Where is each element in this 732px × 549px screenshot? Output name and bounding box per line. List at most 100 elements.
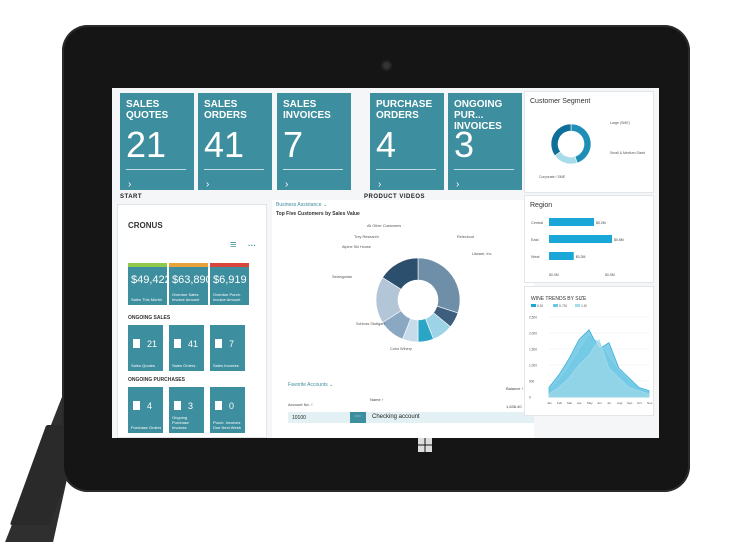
x-tick: Jun xyxy=(597,401,602,405)
slice-label: Selangorian xyxy=(332,275,352,279)
tile-sales-invoices[interactable]: SALES INVOICES 7 › xyxy=(277,93,351,190)
tile-divider xyxy=(126,169,186,170)
region-bar[interactable] xyxy=(549,252,574,260)
activity-tile[interactable]: 41 Sales Orders xyxy=(169,325,204,371)
kpi-status-bar xyxy=(210,263,249,267)
cronus-title: CRONUS xyxy=(128,221,163,230)
activity-count: 4 xyxy=(147,401,153,411)
region-axis-tick: $0.5M xyxy=(605,273,615,277)
app-screen: SALES QUOTES 21 › SALES ORDERS 41 › SALES INVO… xyxy=(112,88,659,438)
tile-purchase-orders[interactable]: PURCHASE ORDERS 4 › xyxy=(370,93,444,190)
camera-icon xyxy=(383,62,390,69)
slice-label: Alpine Ski House xyxy=(342,245,371,249)
activity-tile[interactable]: 4 Purchase Orders xyxy=(128,387,163,433)
document-icon xyxy=(133,339,140,348)
slice-label: Litware, Inc. xyxy=(472,252,492,256)
chevron-right-icon: › xyxy=(206,179,210,190)
region-bar[interactable] xyxy=(549,235,612,243)
segment-slice[interactable] xyxy=(550,123,572,157)
kpi-value: $63,890 xyxy=(172,274,212,286)
col-name[interactable]: Name ↑ xyxy=(370,397,384,402)
document-icon xyxy=(174,401,181,410)
x-tick: May xyxy=(587,401,593,405)
region-category: Central xyxy=(531,221,543,225)
wine-trends-panel: WINE TRENDS BY SIZE 0.5l 0.75l 1.5l 2,500 2,… xyxy=(524,286,654,416)
x-tick: Apr xyxy=(577,401,582,405)
kpi-tile[interactable]: $6,919 Overdue Purch. Invoice Amount xyxy=(210,263,249,305)
col-account-no[interactable]: Account No. ↑ xyxy=(288,402,313,407)
tile-divider xyxy=(283,169,343,170)
chevron-right-icon: › xyxy=(378,179,382,190)
slice-label: Trey Research xyxy=(354,235,379,239)
col-balance[interactable]: Balance ↑ xyxy=(506,386,524,391)
slice-label: Relecloud xyxy=(457,235,474,239)
legend-label: 0.5l xyxy=(537,304,543,308)
customer-segment-donut: Large (SME) Small & Medium Sized Corporate… xyxy=(539,121,645,179)
customer-segment-panel: Customer Segment Large (SME) Small & Medi… xyxy=(524,91,654,193)
row-actions-button[interactable]: ⋯ xyxy=(350,412,366,423)
legend-swatch xyxy=(531,304,536,307)
activity-tile[interactable]: 21 Sales Quotes xyxy=(128,325,163,371)
tile-divider xyxy=(376,169,436,170)
kpi-tile[interactable]: $49,422 Sales This Month xyxy=(128,263,171,305)
region-panel: Region Central $0.2M East $0.6M West $0.2M $0.… xyxy=(524,195,654,283)
kpi-value: $49,422 xyxy=(131,274,171,286)
kpi-label: Sales This Month xyxy=(131,297,162,302)
legend-swatch xyxy=(575,304,580,307)
kpi-value: $6,919 xyxy=(213,274,247,286)
document-icon xyxy=(215,339,222,348)
region-bar-label: $0.6M xyxy=(614,238,624,242)
region-category: West xyxy=(531,255,541,259)
kpi-status-bar xyxy=(128,263,167,267)
tile-sales-orders[interactable]: SALES ORDERS 41 › xyxy=(198,93,272,190)
tile-value: 41 xyxy=(204,124,245,165)
x-tick: Sep xyxy=(627,401,633,405)
tile-divider xyxy=(204,169,264,170)
document-icon xyxy=(215,401,222,410)
favorite-accounts-title[interactable]: Favorite Accounts ⌄ xyxy=(288,382,333,388)
activity-label: Sales Invoices xyxy=(213,363,239,368)
tile-divider xyxy=(454,169,514,170)
tile-sales-quotes[interactable]: SALES QUOTES 21 › xyxy=(120,93,194,190)
account-row[interactable]: 10100 ⋯ Checking account xyxy=(288,412,534,423)
activity-count: 7 xyxy=(229,339,235,349)
ongoing-purchases-label: ONGOING PURCHASES xyxy=(128,377,185,383)
document-icon xyxy=(174,339,181,348)
x-tick: Nov xyxy=(647,401,653,405)
kpi-tile[interactable]: $63,890 Overdue Sales Invoice Amount xyxy=(169,263,212,305)
slice-label: Schloss Stuttgart xyxy=(356,322,386,326)
region-bar[interactable] xyxy=(549,218,594,226)
slice-label: All Other Customers xyxy=(367,224,401,228)
tile-ongoing-pur-invoices[interactable]: ONGOING PUR... INVOICES 3 › xyxy=(448,93,522,190)
top-customers-donut: All Other Customers Trey Research Alpine S… xyxy=(332,224,492,351)
activity-count: 21 xyxy=(147,339,158,349)
tile-title: PURCHASE ORDERS xyxy=(376,99,433,121)
x-tick: Oct xyxy=(637,401,642,405)
slice-label: Coho Winery xyxy=(390,347,412,351)
menu-icon[interactable]: ≡ xyxy=(230,239,236,251)
more-icon[interactable]: ··· xyxy=(248,241,256,250)
favorite-accounts-panel: Favorite Accounts ⌄ Account No. ↑ Name ↑… xyxy=(272,378,534,438)
activity-tile[interactable]: 3 Ongoing Purchase Invoices xyxy=(169,387,204,433)
windows-logo-icon[interactable] xyxy=(418,438,432,452)
chevron-right-icon: › xyxy=(285,179,289,190)
customer-slice[interactable] xyxy=(417,257,461,314)
segment-legend: Small & Medium Sized xyxy=(610,151,645,155)
activity-tile[interactable]: 0 Purch. Invoices Due Next Week xyxy=(210,387,245,433)
segment-legend: Corporate / SME xyxy=(539,175,566,179)
segment-legend: Large (SME) xyxy=(610,121,630,125)
x-tick: Feb xyxy=(557,401,563,405)
x-tick: Aug xyxy=(617,401,623,405)
activity-tile[interactable]: 7 Sales Invoices xyxy=(210,325,245,371)
legend-label: 1.5l xyxy=(581,304,587,308)
kpi-label: Overdue Sales Invoice Amount xyxy=(172,292,200,302)
kpi-label: Overdue Purch. Invoice Amount xyxy=(213,292,242,302)
balance-value: 1,638.40 xyxy=(506,404,522,409)
y-tick: 0 xyxy=(529,396,531,400)
tile-value: 4 xyxy=(376,124,397,165)
region-bar-label: $0.2M xyxy=(576,255,586,259)
region-category: East xyxy=(531,238,540,242)
tile-title: SALES QUOTES xyxy=(126,99,169,121)
tile-value: 21 xyxy=(126,124,167,165)
tile-value: 7 xyxy=(283,124,304,165)
